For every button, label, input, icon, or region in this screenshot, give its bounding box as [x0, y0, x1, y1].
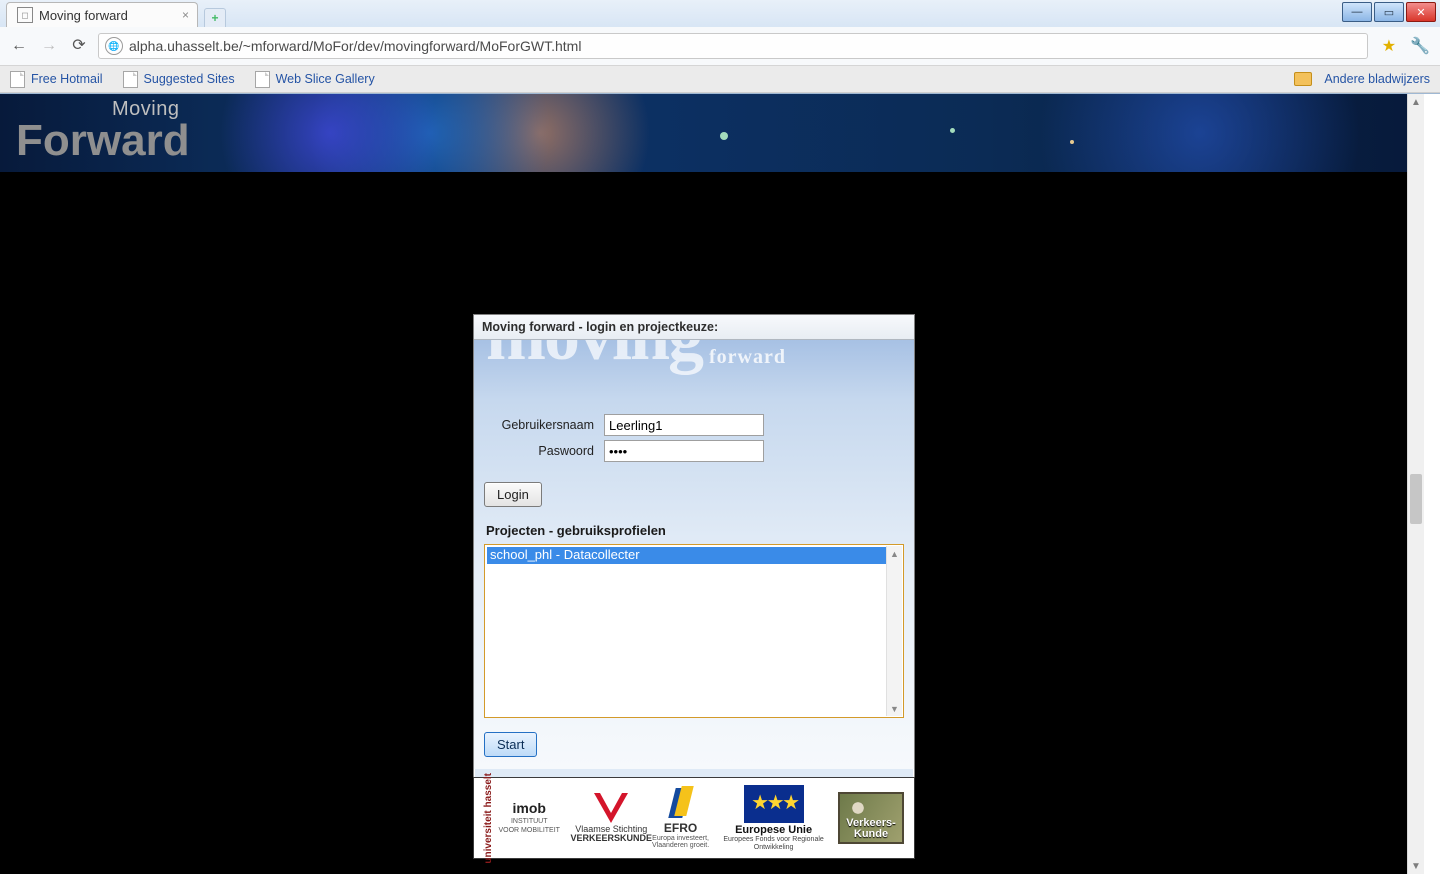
- url-text: alpha.uhasselt.be/~mforward/MoFor/dev/mo…: [129, 38, 581, 54]
- sponsor-efro-sub: Europa investeert, Vlaanderen groeit.: [652, 835, 709, 850]
- app-banner: Moving Forward: [0, 94, 1408, 172]
- password-row: Paswoord: [484, 440, 904, 462]
- address-bar[interactable]: 🌐 alpha.uhasselt.be/~mforward/MoFor/dev/…: [98, 33, 1368, 59]
- username-label: Gebruikersnaam: [484, 418, 594, 432]
- projects-section-label: Projecten - gebruiksprofielen: [486, 523, 904, 538]
- sponsor-efro-name: EFRO: [664, 822, 697, 835]
- tab-close-icon[interactable]: ×: [182, 8, 189, 22]
- bookmark-label: Free Hotmail: [31, 72, 103, 86]
- bookmark-item[interactable]: Suggested Sites: [123, 71, 235, 88]
- nav-toolbar: ← → ⟳ 🌐 alpha.uhasselt.be/~mforward/MoFo…: [0, 27, 1440, 65]
- vsv-triangle-icon: [594, 793, 628, 823]
- page-body: Moving Forward Moving forward - login en…: [0, 94, 1408, 874]
- login-dialog: Moving forward - login en projectkeuze: …: [473, 314, 915, 859]
- page-icon: [10, 71, 25, 88]
- new-tab-button[interactable]: +: [204, 8, 226, 27]
- sponsor-uhasselt-imob: universiteit hasselt imob INSTITUUT VOOR…: [484, 773, 570, 864]
- app-logo-bottom-word: Forward: [16, 121, 190, 161]
- site-info-icon[interactable]: 🌐: [105, 37, 123, 55]
- sponsor-uh-vertical-text: universiteit hasselt: [484, 773, 495, 864]
- page-viewport: Moving Forward Moving forward - login en…: [0, 94, 1424, 874]
- app-logo: Moving Forward: [16, 98, 190, 161]
- page-icon: [123, 71, 138, 88]
- dialog-body: moving forward Gebruikersnaam Paswoord L…: [474, 340, 914, 769]
- verkeerskunde-box-icon: Verkeers- Kunde: [838, 792, 904, 844]
- scroll-up-icon[interactable]: ▲: [1408, 94, 1424, 110]
- sponsor-vsv-line2: VERKEERSKUNDE: [570, 834, 652, 843]
- banner-dot-icon: [950, 128, 955, 133]
- browser-chrome: ◻ Moving forward × + — ▭ ✕ ← → ⟳ 🌐 alpha…: [0, 0, 1440, 94]
- sponsor-eu-sub: Europees Fonds voor Regionale Ontwikkeli…: [709, 836, 838, 851]
- bookmark-label: Suggested Sites: [144, 72, 235, 86]
- bookmark-item[interactable]: Web Slice Gallery: [255, 71, 375, 88]
- reload-button[interactable]: ⟳: [68, 35, 90, 57]
- bookmark-label: Web Slice Gallery: [276, 72, 375, 86]
- banner-dot-icon: [720, 132, 728, 140]
- dialog-logo: moving forward: [474, 340, 914, 400]
- sponsor-imob-logo: imob: [513, 800, 546, 816]
- dialog-logo-big: moving: [486, 340, 702, 377]
- browser-tab[interactable]: ◻ Moving forward ×: [6, 2, 198, 27]
- other-bookmarks-label: Andere bladwijzers: [1324, 72, 1430, 86]
- scroll-thumb[interactable]: [1410, 474, 1422, 524]
- start-button[interactable]: Start: [484, 732, 537, 757]
- username-input[interactable]: [604, 414, 764, 436]
- forward-button[interactable]: →: [38, 35, 60, 57]
- sponsor-strip: universiteit hasselt imob INSTITUUT VOOR…: [473, 777, 915, 859]
- sponsor-eu-title: Europese Unie: [735, 825, 812, 837]
- scroll-down-icon[interactable]: ▼: [1408, 858, 1424, 874]
- project-list-item[interactable]: school_phl - Datacollecter: [487, 547, 887, 564]
- password-label: Paswoord: [484, 444, 594, 458]
- sponsor-eu: ★ ★ ★ Europese Unie Europees Fonds voor …: [709, 785, 838, 851]
- bookmarks-bar: Free Hotmail Suggested Sites Web Slice G…: [0, 65, 1440, 93]
- username-row: Gebruikersnaam: [484, 414, 904, 436]
- projects-listbox[interactable]: school_phl - Datacollecter ▲ ▼: [484, 544, 904, 718]
- eu-flag-icon: ★ ★ ★: [744, 785, 804, 823]
- bookmark-star-icon[interactable]: ★: [1382, 36, 1396, 56]
- sponsor-verkeerskunde: Verkeers- Kunde: [838, 792, 904, 844]
- bookmark-item[interactable]: Free Hotmail: [10, 71, 103, 88]
- scroll-up-icon[interactable]: ▲: [887, 546, 902, 561]
- window-close-button[interactable]: ✕: [1406, 2, 1436, 22]
- dialog-title: Moving forward - login en projectkeuze:: [474, 315, 914, 340]
- listbox-scrollbar[interactable]: ▲ ▼: [886, 546, 902, 716]
- folder-icon: [1294, 72, 1312, 86]
- settings-wrench-icon[interactable]: 🔧: [1410, 36, 1430, 56]
- page-favicon-icon: ◻: [17, 7, 33, 23]
- dialog-logo-small: forward: [709, 346, 786, 369]
- window-controls: — ▭ ✕: [1342, 2, 1436, 22]
- sponsor-vsv: Vlaamse Stichting VERKEERSKUNDE: [570, 793, 652, 844]
- efro-swish-icon: [666, 786, 696, 820]
- sponsor-efro: EFRO Europa investeert, Vlaanderen groei…: [652, 786, 709, 849]
- tab-title: Moving forward: [39, 8, 128, 23]
- banner-dot-icon: [1070, 140, 1074, 144]
- sponsor-imob-sub: INSTITUUT VOOR MOBILITEIT: [499, 818, 560, 834]
- window-minimize-button[interactable]: —: [1342, 2, 1372, 22]
- password-input[interactable]: [604, 440, 764, 462]
- login-button[interactable]: Login: [484, 482, 542, 507]
- back-button[interactable]: ←: [8, 35, 30, 57]
- page-scrollbar[interactable]: ▲ ▼: [1407, 94, 1424, 874]
- page-icon: [255, 71, 270, 88]
- scroll-down-icon[interactable]: ▼: [887, 701, 902, 716]
- tab-strip: ◻ Moving forward × + — ▭ ✕: [0, 0, 1440, 27]
- window-maximize-button[interactable]: ▭: [1374, 2, 1404, 22]
- other-bookmarks-folder[interactable]: Andere bladwijzers: [1294, 72, 1430, 86]
- vk-line2: Kunde: [854, 828, 888, 842]
